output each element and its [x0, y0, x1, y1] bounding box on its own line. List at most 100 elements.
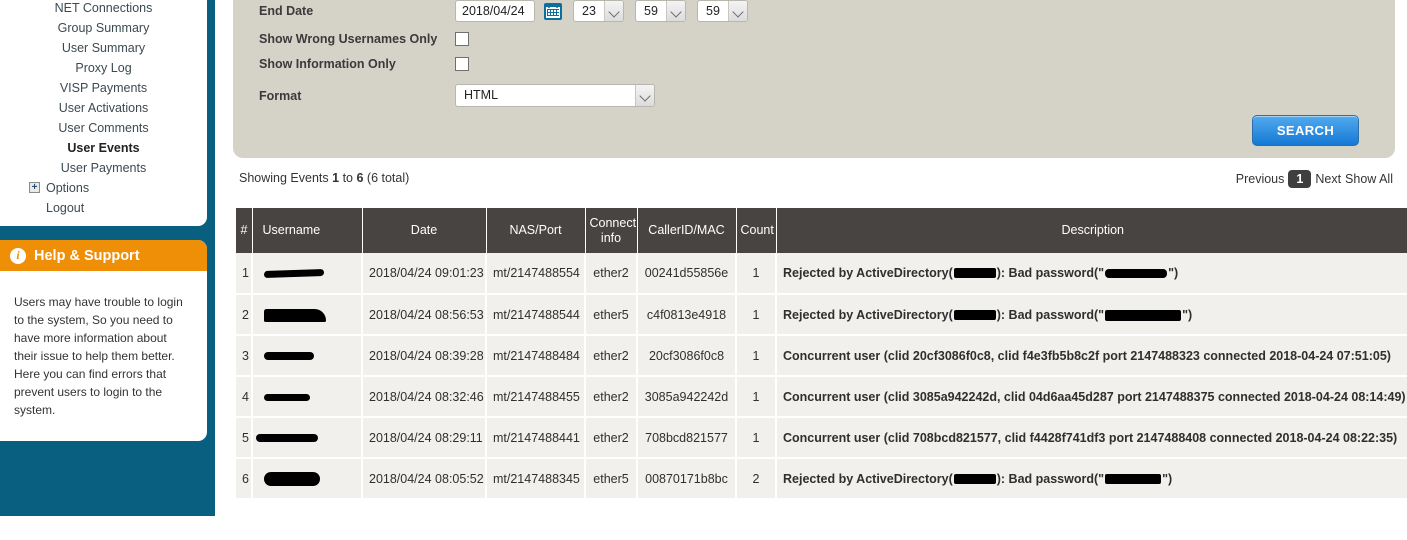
sidebar-item-user-comments[interactable]: User Comments	[0, 118, 207, 138]
cell-connect-info: ether5	[585, 458, 638, 500]
table-row[interactable]: 1 2018/04/24 09:01:23 mt/2147488554 ethe…	[236, 253, 1407, 295]
cell-description: Concurrent user (clid 708bcd821577, clid…	[776, 417, 1407, 459]
sidebar-item-logout[interactable]: Logout	[0, 198, 207, 218]
pagination: Previous 1 Next Show All	[1236, 170, 1393, 188]
hour-value: 23	[582, 4, 596, 18]
cell-callerid-mac: 3085a942242d	[637, 376, 737, 418]
showing-to: 6	[356, 171, 364, 185]
calendar-stems	[548, 2, 558, 8]
cell-username-redacted	[252, 335, 363, 377]
sidebar-item-net-connections[interactable]: NET Connections	[0, 0, 207, 18]
table-row[interactable]: 3 2018/04/24 08:39:28 mt/2147488484 ethe…	[236, 335, 1407, 377]
second-select[interactable]: 59	[697, 0, 748, 22]
end-date-input[interactable]: 2018/04/24	[455, 0, 535, 22]
desc-mid: ): Bad password("	[996, 471, 1105, 486]
format-select[interactable]: HTML	[455, 84, 655, 107]
pagination-previous[interactable]: Previous	[1236, 172, 1285, 186]
sidebar-item-user-summary[interactable]: User Summary	[0, 38, 207, 58]
table-row[interactable]: 2 2018/04/24 08:56:53 mt/2147488544 ethe…	[236, 294, 1407, 336]
wrong-usernames-label: Show Wrong Usernames Only	[259, 32, 438, 46]
cell-callerid-mac: 00870171b8bc	[637, 458, 737, 500]
help-support-header: i Help & Support	[0, 240, 207, 271]
format-label: Format	[259, 88, 302, 103]
col-header-username[interactable]: Username	[252, 208, 363, 253]
chevron-down-icon	[635, 85, 654, 106]
end-date-label: End Date	[259, 4, 314, 18]
table-row[interactable]: 5 2018/04/24 08:29:11 mt/2147488441 ethe…	[236, 417, 1407, 459]
redaction-mark	[1105, 269, 1168, 278]
desc-suffix: ")	[1168, 266, 1179, 280]
col-header-nas-port[interactable]: NAS/Port	[486, 208, 586, 253]
pagination-show-all[interactable]: Show All	[1345, 172, 1393, 186]
table-row[interactable]: 6 2018/04/24 08:05:52 mt/2147488345 ethe…	[236, 458, 1407, 500]
sidebar-item-options-label: Options	[46, 181, 90, 195]
col-header-date[interactable]: Date	[362, 208, 487, 253]
cell-callerid-mac: 00241d55856e	[637, 253, 737, 295]
cell-date: 2018/04/24 08:32:46	[362, 376, 487, 418]
table-header-row: # Username Date NAS/Port Connect info Ca…	[236, 208, 1407, 253]
chevron-down-icon	[728, 1, 747, 21]
sidebar-item-user-activations[interactable]: User Activations	[0, 98, 207, 118]
cell-connect-info: ether5	[585, 294, 638, 336]
showing-total: (6 total)	[366, 171, 410, 185]
table-row[interactable]: 4 2018/04/24 08:32:46 mt/2147488455 ethe…	[236, 376, 1407, 418]
cell-count: 1	[736, 417, 777, 459]
cell-nas-port: mt/2147488544	[486, 294, 586, 336]
sidebar-item-proxy-log[interactable]: Proxy Log	[0, 58, 207, 78]
col-header-count[interactable]: Count	[736, 208, 777, 253]
redaction-mark	[953, 309, 996, 320]
cell-username-redacted	[252, 253, 363, 295]
col-header-index[interactable]: #	[236, 208, 253, 253]
sidebar-item-visp-payments[interactable]: VISP Payments	[0, 78, 207, 98]
cell-callerid-mac: 20cf3086f0c8	[637, 335, 737, 377]
cell-count: 1	[736, 253, 777, 295]
showing-prefix: Showing Events	[239, 171, 329, 185]
help-support-panel: i Help & Support Users may have trouble …	[0, 240, 207, 441]
sidebar-item-user-events[interactable]: User Events	[0, 138, 207, 158]
cell-description: Concurrent user (clid 20cf3086f0c8, clid…	[776, 335, 1407, 377]
pagination-current-page[interactable]: 1	[1288, 170, 1312, 188]
cell-index: 3	[236, 335, 253, 377]
redaction-mark	[953, 268, 996, 278]
cell-index: 5	[236, 417, 253, 459]
desc-mid: ): Bad password("	[996, 307, 1105, 322]
showing-to-word: to	[342, 171, 353, 185]
cell-connect-info: ether2	[585, 417, 638, 459]
col-header-description[interactable]: Description	[776, 208, 1407, 253]
events-table-head: # Username Date NAS/Port Connect info Ca…	[236, 208, 1407, 253]
cell-nas-port: mt/2147488441	[486, 417, 586, 459]
cell-username-redacted	[252, 376, 363, 418]
cell-index: 4	[236, 376, 253, 418]
pagination-next[interactable]: Next	[1315, 172, 1341, 186]
minute-value: 59	[644, 4, 658, 18]
desc-prefix: Rejected by ActiveDirectory(	[783, 307, 953, 322]
wrong-usernames-row: Show Wrong Usernames Only	[233, 32, 469, 46]
events-table: # Username Date NAS/Port Connect info Ca…	[236, 208, 1407, 500]
cell-count: 1	[736, 376, 777, 418]
information-only-checkbox[interactable]	[455, 57, 469, 71]
format-value: HTML	[464, 88, 499, 102]
information-only-label: Show Information Only	[259, 57, 396, 71]
col-header-connect-info[interactable]: Connect info	[585, 208, 638, 253]
col-header-callerid-mac[interactable]: CallerID/MAC	[637, 208, 737, 253]
cell-username-redacted	[252, 417, 363, 459]
sidebar-item-options[interactable]: + Options	[0, 178, 207, 198]
search-button[interactable]: SEARCH	[1252, 115, 1359, 146]
cell-description: Rejected by ActiveDirectory(): Bad passw…	[776, 253, 1407, 295]
sidebar-item-user-payments[interactable]: User Payments	[0, 158, 207, 178]
cell-username-redacted	[252, 294, 363, 336]
sidebar-item-group-summary[interactable]: Group Summary	[0, 18, 207, 38]
cell-description: Rejected by ActiveDirectory( ): Bad passw…	[776, 294, 1407, 336]
cell-connect-info: ether2	[585, 376, 638, 418]
calendar-icon[interactable]	[544, 2, 562, 20]
cell-callerid-mac: c4f0813e4918	[637, 294, 737, 336]
minute-select[interactable]: 59	[635, 0, 686, 22]
hour-select[interactable]: 23	[573, 0, 624, 22]
info-icon: i	[10, 247, 26, 264]
second-value: 59	[706, 4, 720, 18]
expand-plus-icon[interactable]: +	[29, 182, 40, 193]
help-support-title: Help & Support	[34, 247, 140, 264]
wrong-usernames-checkbox[interactable]	[455, 32, 469, 46]
cell-description: Rejected by ActiveDirectory(): Bad passw…	[776, 458, 1407, 500]
cell-date: 2018/04/24 08:56:53	[362, 294, 487, 336]
